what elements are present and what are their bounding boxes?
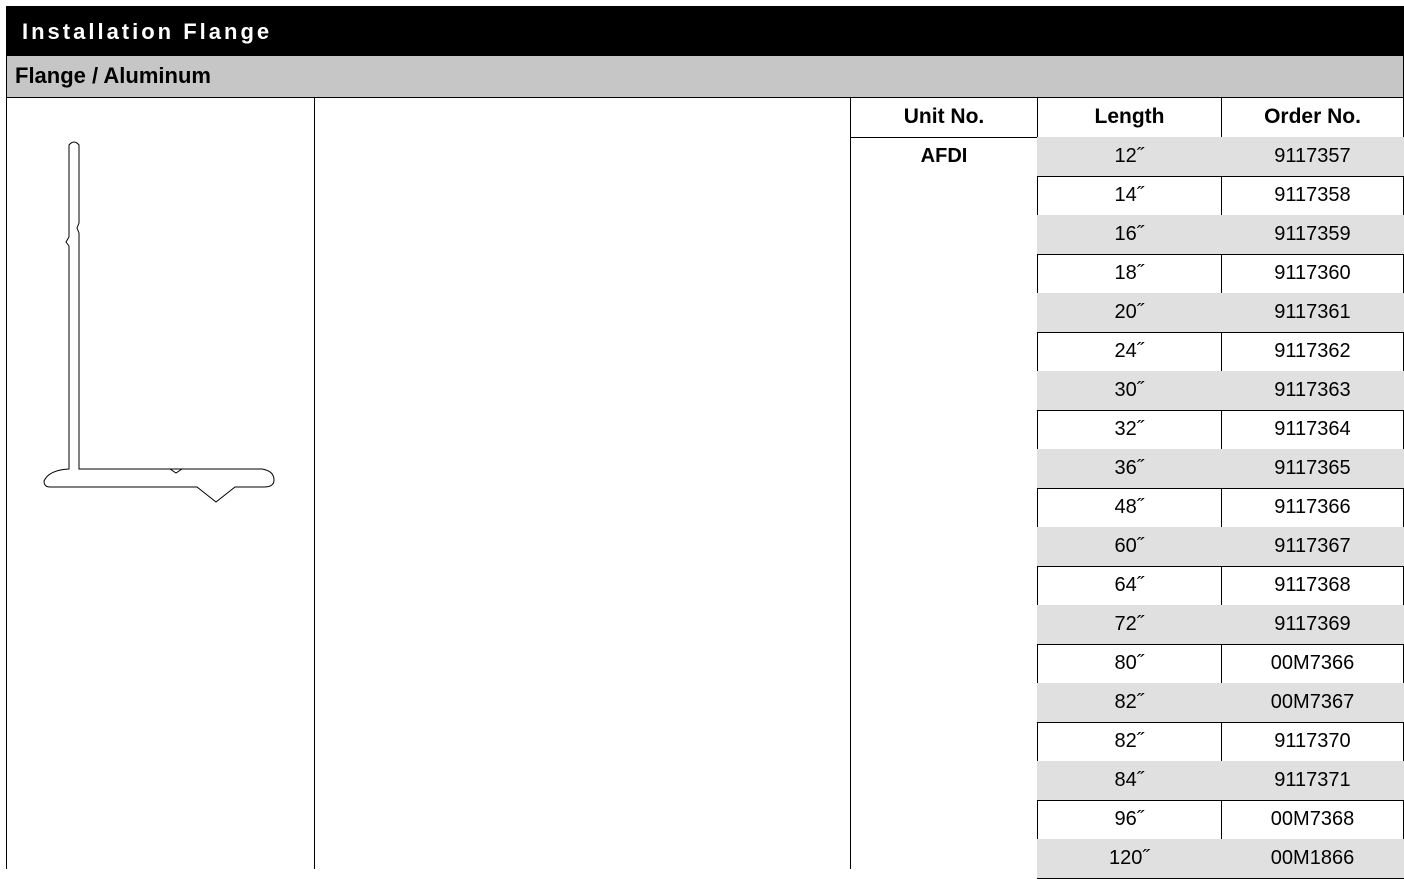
order-number-cell: 9117370 bbox=[1274, 730, 1351, 752]
length-cell: 20˝ bbox=[1114, 301, 1144, 323]
length-cell: 24˝ bbox=[1114, 340, 1144, 362]
order-number-cell: 9117360 bbox=[1274, 262, 1351, 284]
order-number-cell: 00M7368 bbox=[1270, 808, 1355, 830]
order-number-cell: 9117369 bbox=[1274, 613, 1351, 635]
length-cell: 80˝ bbox=[1114, 652, 1144, 674]
column-header-unit-no: Unit No. bbox=[903, 105, 985, 128]
table-row: 82˝ 9117370 bbox=[1037, 722, 1404, 761]
order-number-cell: 9117364 bbox=[1274, 418, 1351, 440]
table-row: 18˝ 9117360 bbox=[1037, 254, 1404, 293]
order-number-cell: 9117361 bbox=[1274, 301, 1351, 323]
flange-profile-icon bbox=[43, 141, 275, 503]
table-row: 12˝ 9117357 bbox=[1037, 137, 1404, 176]
table-row: 80˝ 00M7366 bbox=[1037, 644, 1404, 683]
order-number-cell: 9117367 bbox=[1274, 535, 1351, 557]
order-number-cell: 00M1866 bbox=[1270, 847, 1355, 869]
grid-line-left bbox=[6, 98, 7, 869]
length-cell: 72˝ bbox=[1114, 613, 1144, 635]
length-cell: 32˝ bbox=[1114, 418, 1144, 440]
column-header-length: Length bbox=[1094, 105, 1165, 128]
length-cell: 82˝ bbox=[1114, 691, 1144, 713]
table-row: 16˝ 9117359 bbox=[1037, 215, 1404, 254]
subtitle-bar: Flange / Aluminum bbox=[6, 56, 1404, 98]
order-number-cell: 9117362 bbox=[1274, 340, 1351, 362]
length-cell: 84˝ bbox=[1114, 769, 1144, 791]
table-row: 48˝ 9117366 bbox=[1037, 488, 1404, 527]
table-row: 120˝ 00M1866 bbox=[1037, 839, 1404, 878]
length-cell: 48˝ bbox=[1114, 496, 1144, 518]
length-cell: 82˝ bbox=[1114, 730, 1144, 752]
order-number-cell: 9117359 bbox=[1274, 223, 1351, 245]
unit-number: AFDI bbox=[920, 145, 968, 167]
title-bar: Installation Flange bbox=[6, 6, 1404, 56]
table-row: 24˝ 9117362 bbox=[1037, 332, 1404, 371]
table-row: 36˝ 9117365 bbox=[1037, 449, 1404, 488]
column-header-order-no: Order No. bbox=[1264, 105, 1361, 128]
length-cell: 120˝ bbox=[1108, 847, 1150, 869]
table-row: 14˝ 9117358 bbox=[1037, 176, 1404, 215]
page-title: Installation Flange bbox=[22, 19, 273, 44]
table-row: 32˝ 9117364 bbox=[1037, 410, 1404, 449]
table-row: 82˝ 00M7367 bbox=[1037, 683, 1404, 722]
length-cell: 14˝ bbox=[1114, 184, 1144, 206]
grid-line-image bbox=[314, 98, 315, 869]
order-number-cell: 9117363 bbox=[1274, 379, 1351, 401]
length-cell: 30˝ bbox=[1114, 379, 1144, 401]
order-number-cell: 9117357 bbox=[1274, 145, 1351, 167]
length-cell: 36˝ bbox=[1114, 457, 1144, 479]
length-cell: 64˝ bbox=[1114, 574, 1144, 596]
table-row: 64˝ 9117368 bbox=[1037, 566, 1404, 605]
order-number-cell: 9117366 bbox=[1274, 496, 1351, 518]
length-cell: 18˝ bbox=[1114, 262, 1144, 284]
grid-line-description bbox=[850, 98, 851, 869]
order-number-cell: 9117371 bbox=[1274, 769, 1351, 791]
length-cell: 60˝ bbox=[1114, 535, 1144, 557]
table-row: 60˝ 9117367 bbox=[1037, 527, 1404, 566]
length-cell: 12˝ bbox=[1114, 145, 1144, 167]
table-row: 30˝ 9117363 bbox=[1037, 371, 1404, 410]
table-row: 84˝ 9117371 bbox=[1037, 761, 1404, 800]
table-row: 72˝ 9117369 bbox=[1037, 605, 1404, 644]
length-cell: 96˝ bbox=[1114, 808, 1144, 830]
order-number-cell: 9117358 bbox=[1274, 184, 1351, 206]
order-number-cell: 9117368 bbox=[1274, 574, 1351, 596]
table-row: 20˝ 9117361 bbox=[1037, 293, 1404, 332]
order-number-cell: 00M7366 bbox=[1270, 652, 1355, 674]
length-cell: 16˝ bbox=[1114, 223, 1144, 245]
table-row: 96˝ 00M7368 bbox=[1037, 800, 1404, 839]
order-number-cell: 00M7367 bbox=[1270, 691, 1355, 713]
order-number-cell: 9117365 bbox=[1274, 457, 1351, 479]
section-subtitle: Flange / Aluminum bbox=[15, 63, 211, 88]
